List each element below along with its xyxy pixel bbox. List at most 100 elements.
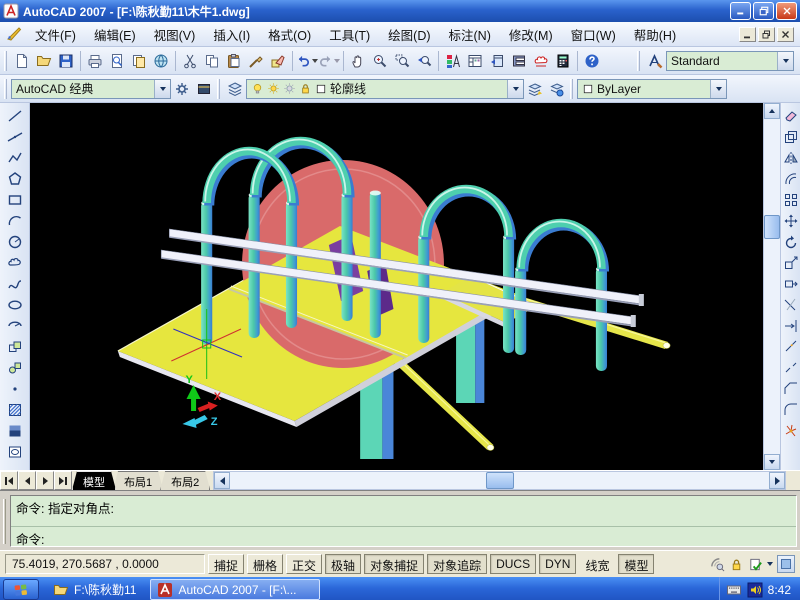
chamfer-button[interactable] (783, 378, 800, 399)
toolbar-grip[interactable] (570, 78, 573, 99)
taskbar-item-folder[interactable]: F:\陈秋勤11 (47, 579, 142, 600)
tab-model[interactable]: 模型 (72, 471, 116, 490)
ducs-toggle[interactable]: DUCS (490, 554, 537, 574)
keyboard-tray-icon[interactable] (726, 582, 742, 598)
paste-button[interactable] (223, 49, 245, 73)
rectangle-button[interactable] (4, 189, 26, 210)
region-button[interactable] (4, 441, 26, 462)
help-button[interactable] (581, 49, 603, 73)
otrack-toggle[interactable]: 对象追踪 (427, 554, 488, 574)
layer-color-swatch[interactable] (315, 83, 327, 95)
layer-states-button[interactable] (546, 77, 568, 101)
grid-toggle[interactable]: 栅格 (247, 554, 284, 574)
layer-combo[interactable]: 轮廓线 (246, 78, 524, 99)
status-menu-arrow[interactable] (767, 562, 773, 566)
combo-dropdown-arrow[interactable] (777, 51, 793, 70)
menu-format[interactable]: 格式(O) (259, 21, 320, 48)
save-button[interactable] (55, 49, 77, 73)
snap-toggle[interactable]: 捕捉 (208, 554, 245, 574)
toolbar-grip[interactable] (4, 78, 7, 99)
toolbar-grip[interactable] (637, 50, 640, 71)
combo-dropdown-arrow[interactable] (710, 79, 726, 98)
revision-cloud-button[interactable] (4, 252, 26, 273)
mdi-close-button[interactable] (777, 26, 794, 42)
break-at-point-button[interactable] (783, 336, 800, 357)
zoom-window-button[interactable] (391, 49, 413, 73)
mdi-minimize-button[interactable] (739, 26, 756, 42)
gradient-button[interactable] (4, 420, 26, 441)
layer-properties-button[interactable] (224, 77, 246, 101)
combo-dropdown-arrow[interactable] (507, 79, 523, 98)
sheet-set-manager-button[interactable] (508, 49, 530, 73)
menu-insert[interactable]: 插入(I) (204, 21, 259, 48)
workspace-settings-button[interactable] (171, 77, 193, 101)
designcenter-button[interactable] (464, 49, 486, 73)
close-button[interactable] (776, 2, 797, 20)
coordinate-display[interactable]: 75.4019, 270.5687 , 0.0000 (5, 554, 205, 574)
tab-prev-button[interactable] (18, 471, 36, 490)
model-paper-toggle[interactable]: 模型 (618, 554, 655, 574)
make-block-button[interactable] (4, 357, 26, 378)
menu-help[interactable]: 帮助(H) (625, 21, 685, 48)
new-button[interactable] (11, 49, 33, 73)
cut-button[interactable] (179, 49, 201, 73)
undo-button[interactable] (296, 49, 318, 73)
redo-button[interactable] (318, 49, 340, 73)
vertical-scroll-track[interactable] (764, 119, 780, 454)
extend-button[interactable] (783, 315, 800, 336)
zoom-previous-button[interactable] (413, 49, 435, 73)
menu-edit[interactable]: 编辑(E) (85, 21, 145, 48)
horizontal-scroll-thumb[interactable] (485, 472, 514, 489)
osnap-toggle[interactable]: 对象捕捉 (364, 554, 425, 574)
lineweight-toggle[interactable]: 线宽 (579, 554, 615, 574)
break-button[interactable] (783, 357, 800, 378)
scroll-down-button[interactable] (764, 454, 780, 470)
scale-button[interactable] (783, 252, 800, 273)
toolbar-grip[interactable] (4, 50, 7, 71)
tab-layout2[interactable]: 布局2 (160, 471, 210, 490)
etransmit-button[interactable] (150, 49, 172, 73)
erase-button[interactable] (783, 105, 800, 126)
construction-line-button[interactable] (4, 126, 26, 147)
line-button[interactable] (4, 105, 26, 126)
block-editor-button[interactable] (267, 49, 289, 73)
scroll-left-button[interactable] (214, 472, 231, 489)
taskbar-clock[interactable]: 8:42 (768, 583, 791, 597)
plot-preview-button[interactable] (106, 49, 128, 73)
mdi-restore-button[interactable] (758, 26, 775, 42)
layer-freeze-sun-icon[interactable] (283, 82, 296, 95)
toolbar-lock-icon[interactable] (729, 557, 744, 572)
horizontal-scroll-track[interactable] (230, 472, 769, 489)
fillet-button[interactable] (783, 399, 800, 420)
open-button[interactable] (33, 49, 55, 73)
scroll-up-button[interactable] (764, 103, 780, 119)
copy-button[interactable] (201, 49, 223, 73)
circle-button[interactable] (4, 231, 26, 252)
explode-button[interactable] (783, 420, 800, 441)
polyline-button[interactable] (4, 147, 26, 168)
command-input[interactable]: 命令: (11, 527, 796, 547)
redo-dropdown-arrow[interactable] (334, 58, 340, 63)
drawing-canvas[interactable]: Y X Z (30, 103, 763, 470)
publish-button[interactable] (128, 49, 150, 73)
clean-screen-button[interactable] (777, 555, 795, 573)
hatch-button[interactable] (4, 399, 26, 420)
plot-button[interactable] (84, 49, 106, 73)
my-workspace-button[interactable] (193, 77, 215, 101)
layer-lock-icon[interactable] (299, 82, 312, 95)
layer-thaw-sun-icon[interactable] (267, 82, 280, 95)
point-button[interactable] (4, 378, 26, 399)
mirror-button[interactable] (783, 147, 800, 168)
command-panel-grip[interactable] (3, 499, 6, 544)
array-button[interactable] (783, 189, 800, 210)
tab-layout1[interactable]: 布局1 (113, 471, 163, 490)
restore-button[interactable] (753, 2, 774, 20)
command-history[interactable]: 命令: 指定对角点: (11, 496, 796, 527)
dyn-toggle[interactable]: DYN (539, 554, 577, 574)
arc-button[interactable] (4, 210, 26, 231)
menu-file[interactable]: 文件(F) (26, 21, 85, 48)
horizontal-scrollbar[interactable] (213, 471, 786, 490)
menu-window[interactable]: 窗口(W) (562, 21, 625, 48)
validate-check-icon[interactable] (748, 557, 763, 572)
copy-object-button[interactable] (783, 126, 800, 147)
